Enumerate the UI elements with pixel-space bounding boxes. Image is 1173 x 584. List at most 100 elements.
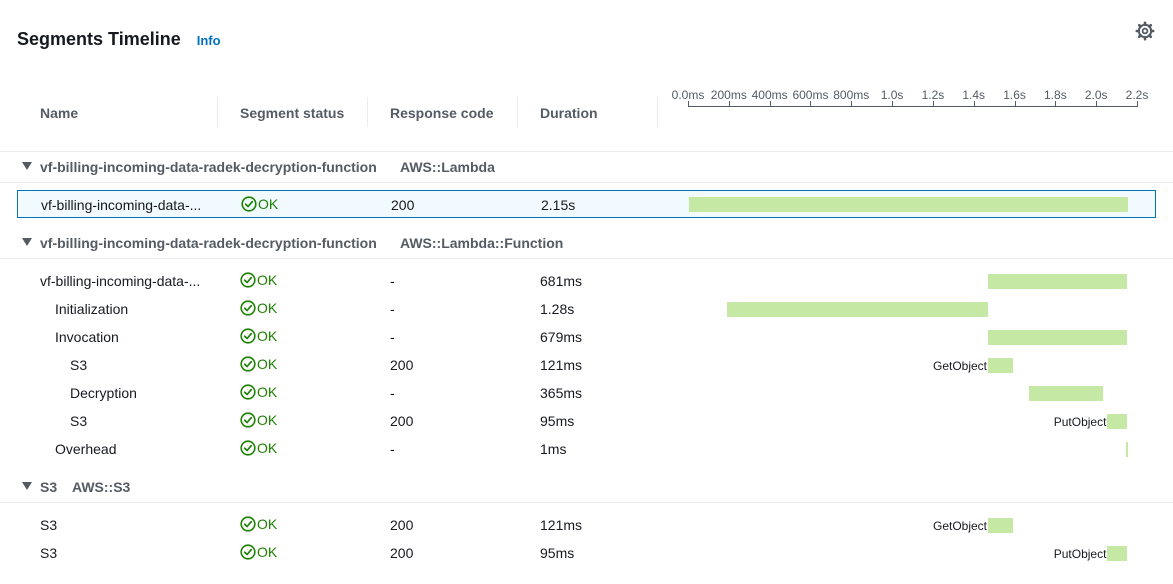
status-text: OK [257,356,278,372]
response-code: - [390,301,395,317]
response-code: 200 [390,413,414,429]
operation-label: GetObject [932,519,988,533]
timeline-bar[interactable] [1126,442,1129,457]
check-circle-icon [241,196,257,212]
segment-row[interactable]: vf-billing-incoming-data-... OK 200 2.15s [17,190,1156,218]
segment-row[interactable]: S3 OK 200 121ms GetObject [0,511,1173,539]
gear-icon[interactable] [1135,21,1155,41]
check-circle-icon [240,300,256,316]
status-text: OK [257,384,278,400]
timeline-axis [688,106,1137,107]
service-group-type: AWS::Lambda [400,159,495,175]
check-circle-icon [240,356,256,372]
status-text: OK [257,440,278,456]
response-code: 200 [390,545,414,561]
segment-status: OK [240,516,277,532]
timeline-bar[interactable] [726,302,988,317]
info-link[interactable]: Info [197,33,221,48]
timeline-tick-label: 1.8s [1044,88,1067,102]
operation-label: PutObject [1053,415,1107,429]
segment-duration: 1ms [540,441,567,457]
response-code: - [390,441,395,457]
segment-row[interactable]: Decryption OK - 365ms [0,379,1173,407]
timeline-tick-label: 0.0ms [671,88,705,102]
segment-row[interactable]: S3 OK 200 95ms PutObject [0,539,1173,567]
timeline-bar[interactable] [689,197,1128,212]
status-text: OK [257,328,278,344]
caret-down-icon[interactable] [22,238,32,246]
segment-status: OK [240,384,277,400]
response-code: 200 [391,197,415,213]
segment-row[interactable]: Overhead OK - 1ms [0,435,1173,463]
column-divider [217,97,218,127]
column-divider [517,97,518,127]
table-header: Name Segment status Response code Durati… [0,88,1173,152]
panel-header: Segments Timeline Info [17,29,221,50]
segment-name: S3 [40,517,58,533]
segment-duration: 95ms [540,413,575,429]
service-group-name: vf-billing-incoming-data-radek-decryptio… [40,159,377,175]
segment-status: OK [240,300,277,316]
segment-status: OK [241,196,278,212]
segment-duration: 95ms [540,545,575,561]
caret-down-icon[interactable] [22,162,32,170]
timeline-tick-label: 1.2s [921,88,945,102]
segment-duration: 121ms [540,517,583,533]
status-text: OK [257,516,278,532]
segment-row[interactable]: Initialization OK - 1.28s [0,295,1173,323]
timeline-bar[interactable] [1028,386,1104,401]
check-circle-icon [240,516,256,532]
segment-name: S3 [40,545,58,561]
timeline-tick-label: 200ms [710,88,747,102]
segment-name: S3 [70,413,88,429]
segment-row[interactable]: S3 OK 200 95ms PutObject [0,407,1173,435]
timeline-bar[interactable] [988,518,1013,533]
segment-row[interactable]: vf-billing-incoming-data-... OK - 681ms [0,267,1173,295]
segment-row[interactable]: Invocation OK - 679ms [0,323,1173,351]
column-header-duration[interactable]: Duration [540,105,598,121]
timeline-bar[interactable] [988,274,1127,289]
response-code: - [390,385,395,401]
segment-name: Initialization [55,301,129,317]
segment-name: vf-billing-incoming-data-... [41,197,202,213]
segment-duration: 1.28s [540,301,575,317]
timeline-tick-label: 400ms [751,88,788,102]
segment-status: OK [240,412,277,428]
segment-name: Overhead [55,441,117,457]
check-circle-icon [240,412,256,428]
column-header-status[interactable]: Segment status [240,105,344,121]
status-text: OK [257,412,278,428]
segment-name: Decryption [70,385,137,401]
segment-row[interactable]: S3 OK 200 121ms GetObject [0,351,1173,379]
segment-status: OK [240,440,277,456]
segment-status: OK [240,272,277,288]
check-circle-icon [240,544,256,560]
segment-name: Invocation [55,329,119,345]
column-header-code[interactable]: Response code [390,105,493,121]
status-text: OK [257,300,278,316]
status-text: OK [257,272,278,288]
segment-duration: 365ms [540,385,583,401]
segment-duration: 681ms [540,273,583,289]
segment-duration: 121ms [540,357,583,373]
timeline-bar[interactable] [988,330,1127,345]
timeline-tick-label: 1.6s [1003,88,1026,102]
column-header-name[interactable]: Name [40,105,78,121]
caret-down-icon[interactable] [22,482,32,490]
service-group-name: S3 [40,479,58,495]
column-divider [367,97,368,127]
response-code: - [390,273,395,289]
timeline-tick-label: 600ms [792,88,829,102]
segment-duration: 2.15s [541,197,576,213]
timeline-bar[interactable] [988,358,1013,373]
panel-title: Segments Timeline [17,29,181,49]
status-text: OK [257,544,278,560]
timeline-bar[interactable] [1107,546,1127,561]
check-circle-icon [240,440,256,456]
segment-duration: 679ms [540,329,583,345]
check-circle-icon [240,328,256,344]
timeline-bar[interactable] [1107,414,1127,429]
segment-status: OK [240,544,277,560]
response-code: - [390,329,395,345]
timeline-scale: 0.0ms 200ms 400ms 600ms 800ms 1.0s 1.2s 1.4s 1.6… [672,88,1148,113]
